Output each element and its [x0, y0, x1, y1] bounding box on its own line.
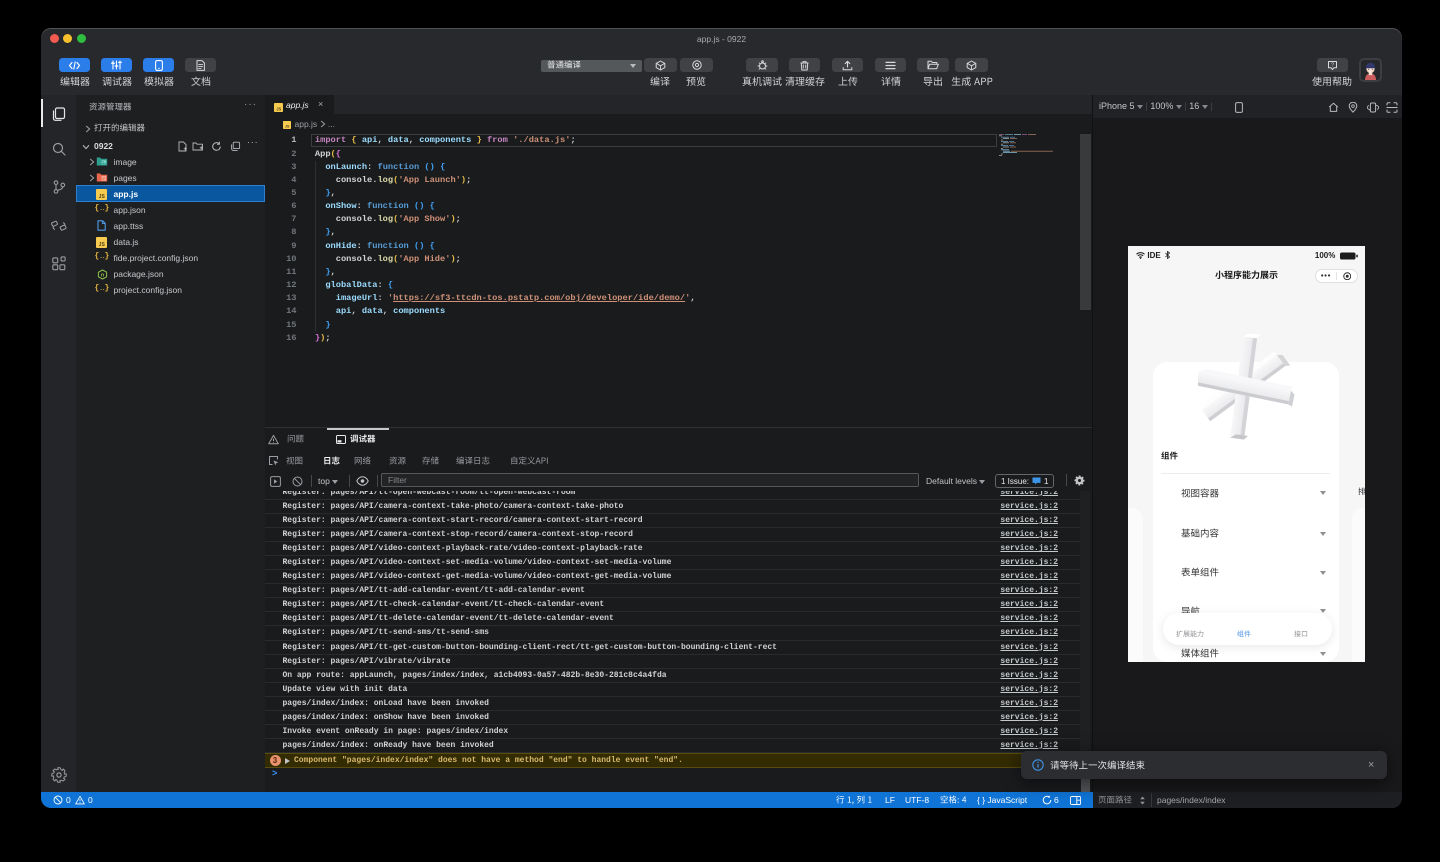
svg-text:?: ?	[1330, 62, 1333, 68]
svg-text:JS: JS	[285, 125, 290, 129]
svg-text:JS: JS	[99, 242, 106, 248]
svg-text:JS: JS	[276, 107, 281, 112]
svg-text:JS: JS	[99, 194, 106, 200]
